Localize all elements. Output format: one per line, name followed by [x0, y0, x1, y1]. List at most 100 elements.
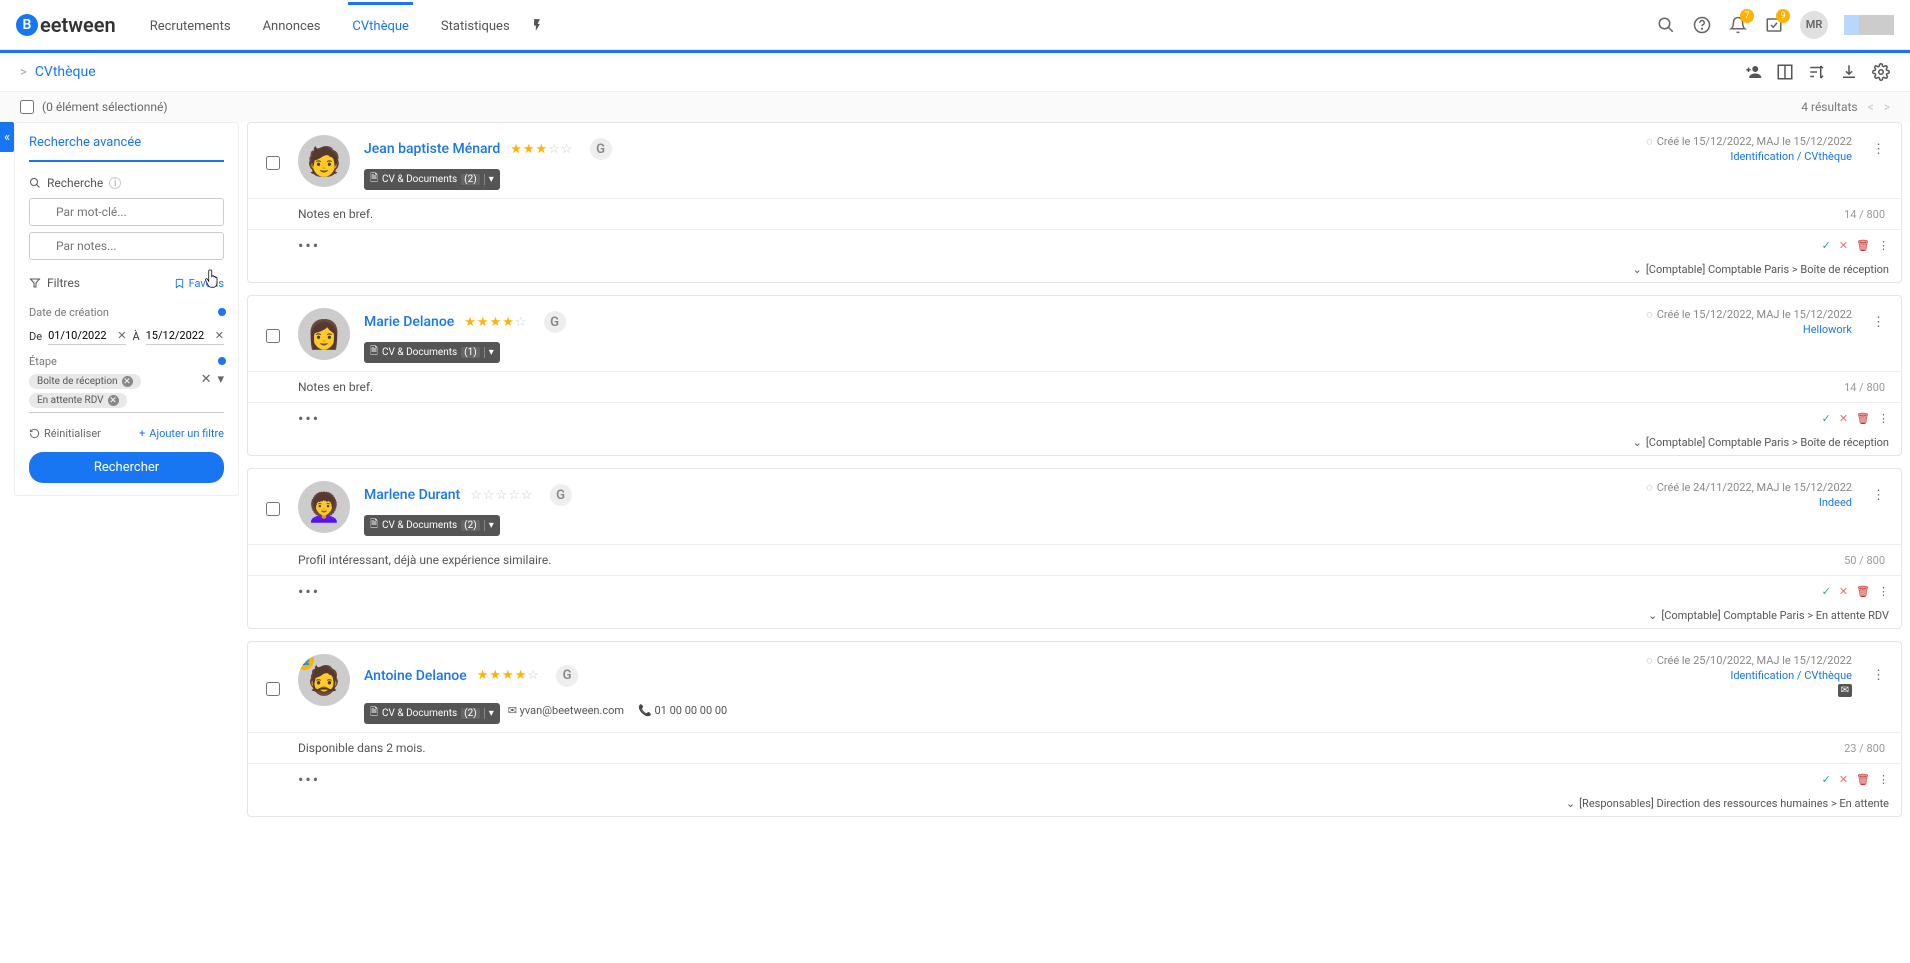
google-icon[interactable]: G: [544, 311, 566, 333]
chevron-down-icon[interactable]: ▾: [484, 708, 494, 719]
search-button[interactable]: Rechercher: [29, 452, 224, 483]
candidate-name[interactable]: Marlene Durant: [364, 487, 460, 503]
date-from-input[interactable]: [48, 329, 117, 342]
remove-chip-icon[interactable]: ✕: [108, 395, 119, 406]
info-icon[interactable]: i: [109, 177, 121, 189]
reject-icon[interactable]: ✕: [1839, 773, 1848, 786]
pipeline-path[interactable]: [Comptable] Comptable Paris > En attente…: [1661, 609, 1889, 622]
columns-icon[interactable]: [1776, 63, 1794, 81]
card-menu-icon[interactable]: ⋮: [1872, 668, 1885, 683]
candidate-avatar[interactable]: 🧑: [298, 135, 350, 187]
cv-documents-pill[interactable]: 🗎 CV & Documents (2) ▾: [364, 515, 500, 536]
reject-icon[interactable]: ✕: [1839, 412, 1848, 425]
select-candidate-checkbox[interactable]: [266, 156, 280, 170]
approve-icon[interactable]: ✓: [1822, 585, 1831, 598]
stage-chip[interactable]: Boîte de réception✕: [29, 374, 141, 389]
envelope-icon[interactable]: ✉: [1838, 684, 1852, 697]
select-candidate-checkbox[interactable]: [266, 329, 280, 343]
google-icon[interactable]: G: [556, 665, 578, 687]
expand-path-icon[interactable]: ⌄: [1648, 609, 1657, 622]
expand-path-icon[interactable]: ⌄: [1633, 263, 1642, 276]
row-menu-icon[interactable]: ⋮: [1878, 585, 1889, 598]
reset-button[interactable]: Réinitialiser: [29, 427, 101, 440]
more-actions-icon[interactable]: •••: [298, 770, 320, 789]
next-page-icon[interactable]: >: [1884, 100, 1890, 114]
row-menu-icon[interactable]: ⋮: [1878, 773, 1889, 786]
clear-stage-chips-icon[interactable]: ✕: [201, 372, 212, 387]
search-icon[interactable]: [1656, 15, 1676, 35]
candidate-name[interactable]: Marie Delanoe: [364, 314, 454, 330]
nav-tab-recrutements[interactable]: Recrutements: [146, 2, 235, 48]
approve-icon[interactable]: ✓: [1822, 239, 1831, 252]
cv-documents-pill[interactable]: 🗎 CV & Documents (1) ▾: [364, 342, 500, 363]
approve-icon[interactable]: ✓: [1822, 773, 1831, 786]
nav-tab-annonces[interactable]: Annonces: [259, 2, 325, 48]
card-menu-icon[interactable]: ⋮: [1872, 142, 1885, 157]
date-to-input[interactable]: [146, 329, 215, 342]
more-actions-icon[interactable]: •••: [298, 236, 320, 255]
candidate-avatar[interactable]: 👥🧔: [298, 654, 350, 706]
settings-icon[interactable]: [1872, 63, 1890, 81]
logo[interactable]: B eetween: [16, 13, 116, 37]
select-candidate-checkbox[interactable]: [266, 682, 280, 696]
approve-icon[interactable]: ✓: [1822, 412, 1831, 425]
add-user-icon[interactable]: [1744, 63, 1762, 81]
pipeline-path[interactable]: [Comptable] Comptable Paris > Boîte de r…: [1646, 436, 1889, 449]
notes-text[interactable]: Notes en bref.: [298, 380, 373, 394]
notification-icon[interactable]: 7: [1728, 15, 1748, 35]
select-candidate-checkbox[interactable]: [266, 502, 280, 516]
notes-input[interactable]: [29, 232, 224, 260]
rating-stars[interactable]: ☆☆☆☆☆: [470, 488, 533, 503]
chevron-down-icon[interactable]: ▾: [484, 174, 494, 185]
collapse-sidebar-button[interactable]: «: [0, 122, 14, 152]
breadcrumb[interactable]: CVthèque: [35, 64, 96, 80]
google-icon[interactable]: G: [550, 484, 572, 506]
remove-chip-icon[interactable]: ✕: [122, 376, 133, 387]
reject-icon[interactable]: ✕: [1839, 585, 1848, 598]
google-icon[interactable]: G: [590, 138, 612, 160]
chevron-down-icon[interactable]: ▾: [484, 347, 494, 358]
reject-icon[interactable]: ✕: [1839, 239, 1848, 252]
rating-stars[interactable]: ★★★★☆: [464, 315, 527, 330]
source-link[interactable]: Identification / CVthèque: [1730, 669, 1852, 682]
rating-stars[interactable]: ★★★☆☆: [510, 142, 573, 157]
source-link[interactable]: Hellowork: [1803, 323, 1852, 336]
stage-chip[interactable]: En attente RDV✕: [29, 393, 127, 408]
row-menu-icon[interactable]: ⋮: [1878, 412, 1889, 425]
notes-text[interactable]: Disponible dans 2 mois.: [298, 741, 426, 755]
notes-text[interactable]: Notes en bref.: [298, 207, 373, 221]
source-link[interactable]: Indeed: [1819, 496, 1852, 509]
favoris-button[interactable]: Favoris: [174, 277, 224, 290]
delete-icon[interactable]: 🗑: [1856, 412, 1870, 425]
clear-date-from-icon[interactable]: ✕: [117, 329, 126, 342]
chevron-down-icon[interactable]: ▾: [484, 520, 494, 531]
select-all-checkbox[interactable]: [20, 100, 34, 114]
more-actions-icon[interactable]: •••: [298, 409, 320, 428]
candidate-name[interactable]: Antoine Delanoe: [364, 668, 467, 684]
keyword-input[interactable]: [29, 198, 224, 226]
company-logo[interactable]: [1844, 15, 1894, 35]
expand-path-icon[interactable]: ⌄: [1633, 436, 1642, 449]
prev-page-icon[interactable]: <: [1868, 100, 1874, 114]
delete-icon[interactable]: 🗑: [1856, 585, 1870, 598]
candidate-avatar[interactable]: 👩‍🦱: [298, 481, 350, 533]
nav-tab-statistiques[interactable]: Statistiques: [437, 2, 514, 48]
download-icon[interactable]: [1840, 63, 1858, 81]
cv-documents-pill[interactable]: 🗎 CV & Documents (2) ▾: [364, 703, 500, 724]
add-filter-button[interactable]: + Ajouter un filtre: [139, 427, 224, 440]
help-icon[interactable]: [1692, 15, 1712, 35]
source-link[interactable]: Identification / CVthèque: [1730, 150, 1852, 163]
user-avatar[interactable]: MR: [1800, 11, 1828, 39]
more-actions-icon[interactable]: •••: [298, 582, 320, 601]
pipeline-path[interactable]: [Comptable] Comptable Paris > Boîte de r…: [1646, 263, 1889, 276]
card-menu-icon[interactable]: ⋮: [1872, 488, 1885, 503]
delete-icon[interactable]: 🗑: [1856, 239, 1870, 252]
card-menu-icon[interactable]: ⋮: [1872, 315, 1885, 330]
sort-icon[interactable]: [1808, 63, 1826, 81]
nav-tab-cvthèque[interactable]: CVthèque: [348, 2, 413, 48]
cv-documents-pill[interactable]: 🗎 CV & Documents (2) ▾: [364, 169, 500, 190]
notes-text[interactable]: Profil intéressant, déjà une expérience …: [298, 553, 551, 567]
clear-date-to-icon[interactable]: ✕: [215, 329, 224, 342]
pipeline-path[interactable]: [Responsables] Direction des ressources …: [1579, 797, 1889, 810]
flash-icon[interactable]: [530, 16, 544, 34]
